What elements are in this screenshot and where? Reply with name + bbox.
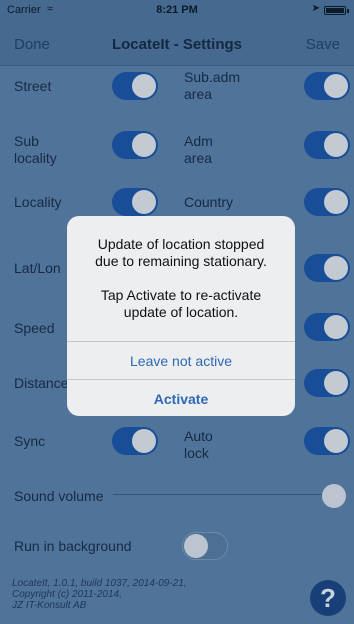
- toggle-knob: [132, 74, 156, 98]
- auto-lock-label: Auto lock: [184, 428, 213, 462]
- toggle-knob: [324, 256, 348, 280]
- label-line: lock: [184, 445, 209, 461]
- adm-area-toggle[interactable]: [304, 131, 350, 159]
- sound-volume-label: Sound volume: [14, 488, 104, 504]
- label-line: area: [184, 86, 213, 102]
- label-line: Sub: [14, 133, 39, 149]
- toggle-knob: [324, 74, 348, 98]
- sub-locality-toggle[interactable]: [112, 131, 158, 159]
- label-line: Auto: [184, 428, 213, 444]
- sub-adm-area-toggle[interactable]: [304, 72, 350, 100]
- distance-toggle[interactable]: [304, 369, 350, 397]
- leave-not-active-button[interactable]: Leave not active: [67, 341, 295, 379]
- speed-label: Speed: [14, 320, 55, 336]
- toggle-knob: [184, 534, 208, 558]
- footer-line: Copyright (c) 2011-2014,: [12, 589, 122, 600]
- street-toggle[interactable]: [112, 72, 158, 100]
- footer-info: LocateIt, 1.0.1, build 1037, 2014-09-21,…: [12, 578, 187, 611]
- toggle-knob: [132, 190, 156, 214]
- activate-button[interactable]: Activate: [67, 379, 295, 416]
- toggle-knob: [324, 190, 348, 214]
- footer-line: JZ IT-Konsult AB: [12, 600, 87, 611]
- toggle-knob: [132, 133, 156, 157]
- sync-toggle[interactable]: [112, 427, 158, 455]
- alert-dialog: Update of location stopped due to remain…: [67, 216, 295, 416]
- save-button[interactable]: Save: [306, 36, 340, 53]
- locality-toggle[interactable]: [112, 188, 158, 216]
- status-time: 8:21 PM: [156, 4, 198, 16]
- run-in-background-toggle[interactable]: [182, 532, 228, 560]
- run-in-background-label: Run in background: [14, 538, 132, 554]
- label-line: locality: [14, 150, 57, 166]
- adm-area-label: Adm area: [184, 133, 213, 167]
- battery-icon: [324, 6, 349, 15]
- street-label: Street: [14, 78, 52, 94]
- location-arrow-icon: ➤: [311, 3, 320, 14]
- alert-message-line: update of location.: [123, 304, 239, 320]
- lat-lon-label: Lat/Lon: [14, 260, 61, 276]
- sound-volume-slider-knob[interactable]: [322, 484, 346, 508]
- locality-label: Locality: [14, 194, 62, 210]
- toggle-knob: [324, 371, 348, 395]
- toggle-knob: [132, 429, 156, 453]
- label-line: Sub.adm: [184, 69, 241, 85]
- toggle-knob: [324, 133, 348, 157]
- help-question-icon[interactable]: ?: [310, 580, 346, 616]
- alert-message-line: due to remaining stationary.: [95, 253, 267, 269]
- lat-lon-toggle[interactable]: [304, 254, 350, 282]
- speed-toggle[interactable]: [304, 313, 350, 341]
- alert-message-line: Tap Activate to re-activate: [100, 287, 262, 303]
- nav-bar: Done LocateIt - Settings Save: [0, 22, 354, 66]
- alert-message-line: Update of location stopped: [97, 236, 265, 252]
- status-bar: Carrier ≈ 8:21 PM ➤: [0, 0, 354, 22]
- auto-lock-toggle[interactable]: [304, 427, 350, 455]
- distance-label: Distance: [14, 375, 69, 391]
- toggle-knob: [324, 429, 348, 453]
- country-label: Country: [184, 194, 234, 210]
- sub-adm-area-label: Sub.adm area: [184, 69, 240, 103]
- sound-volume-slider-track[interactable]: [113, 494, 333, 495]
- sync-label: Sync: [14, 433, 46, 449]
- alert-message: Update of location stopped due to remain…: [77, 236, 285, 321]
- page-title: LocateIt - Settings: [111, 36, 242, 53]
- label-line: area: [184, 150, 213, 166]
- footer-line: LocateIt, 1.0.1, build 1037, 2014-09-21,: [12, 578, 187, 589]
- country-toggle[interactable]: [304, 188, 350, 216]
- label-line: Adm: [184, 133, 213, 149]
- toggle-knob: [324, 315, 348, 339]
- alert-message-spacer: [77, 270, 285, 287]
- sub-locality-label: Sub locality: [14, 133, 57, 167]
